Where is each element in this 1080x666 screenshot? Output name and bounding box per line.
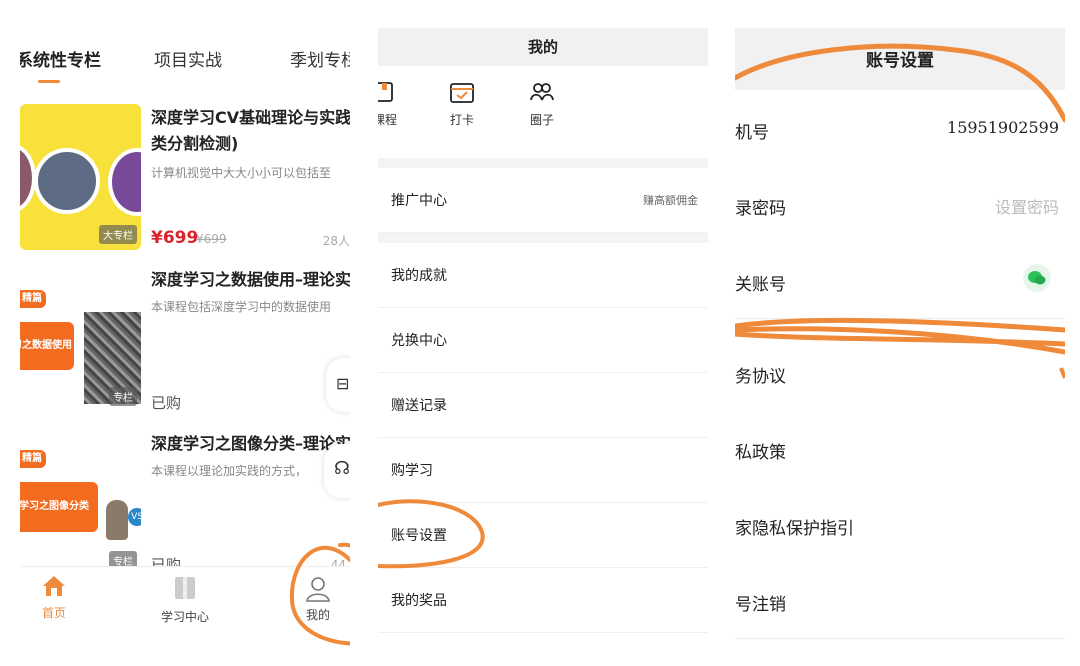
header-bar: 我的 bbox=[378, 28, 708, 66]
setting-password-hint: 设置密码 bbox=[994, 198, 1059, 217]
course-list-screen: 系统性专栏 项目实战 季划专栏 大专栏 深度学习CV基础理论与实践（ 类分割检测… bbox=[20, 0, 350, 666]
quick-course-label: 课程 bbox=[378, 113, 397, 127]
account-settings-screen: 账号设置 机号 15951902599 录密码 设置密码 关账号 务协议 私政策… bbox=[735, 0, 1065, 666]
nav-home[interactable]: 首页 bbox=[34, 573, 74, 621]
course-price: ¥699 bbox=[151, 228, 199, 248]
quick-group-label: 圈子 bbox=[529, 113, 554, 127]
bottom-tab-bar: 首页 学习中心 我的 bbox=[20, 566, 350, 637]
menu-buy-learning-label: 购学习 bbox=[391, 463, 433, 479]
user-icon bbox=[306, 577, 330, 602]
setting-password-label: 录密码 bbox=[735, 199, 786, 219]
nav-learning-label: 学习中心 bbox=[160, 610, 209, 624]
nav-mine[interactable]: 我的 bbox=[298, 575, 338, 623]
home-icon bbox=[43, 576, 65, 596]
tab-seasonal[interactable]: 季划专栏 bbox=[290, 46, 350, 71]
tab-active-indicator bbox=[38, 80, 60, 83]
quick-checkin[interactable]: 打卡 bbox=[442, 80, 482, 128]
course-thumbnail: 大专栏 bbox=[20, 104, 141, 250]
course-desc: 计算机视觉中大大小小可以包括至 bbox=[151, 166, 332, 180]
thumb-caption: 习之数据使用 bbox=[20, 322, 74, 370]
group-icon bbox=[530, 83, 554, 101]
setting-linked-accounts[interactable]: 关账号 bbox=[735, 242, 1065, 319]
promo-center-hint: 赚高额佣金 bbox=[643, 194, 698, 207]
column-tag: 专栏 bbox=[109, 387, 137, 406]
column-tag: 大专栏 bbox=[99, 225, 137, 244]
menu-gift-records[interactable]: 赠送记录 bbox=[378, 373, 708, 438]
course-title-cont[interactable]: 类分割检测) bbox=[151, 132, 238, 156]
menu-redeem[interactable]: 兑换中心 bbox=[378, 308, 708, 373]
setting-phone-value: 15951902599 bbox=[947, 118, 1059, 137]
promo-center-label: 推广中心 bbox=[391, 193, 447, 209]
page-title: 我的 bbox=[527, 38, 558, 56]
menu-buy-learning[interactable]: 购学习 bbox=[378, 438, 708, 503]
quick-checkin-label: 打卡 bbox=[449, 113, 474, 127]
setting-privacy-label: 私政策 bbox=[735, 443, 786, 463]
nav-home-label: 首页 bbox=[41, 606, 66, 620]
quick-group[interactable]: 圈子 bbox=[522, 80, 562, 128]
setting-phone[interactable]: 机号 15951902599 bbox=[735, 90, 1065, 167]
cart-icon: ⊟ bbox=[336, 374, 350, 393]
wechat-icon[interactable] bbox=[1023, 264, 1051, 292]
setting-service-label: 务协议 bbox=[735, 367, 786, 387]
service-float-button[interactable]: ☊ bbox=[324, 444, 350, 498]
menu-achievements[interactable]: 我的成就 bbox=[378, 243, 708, 308]
course-card[interactable]: 大专栏 深度学习CV基础理论与实践（ 类分割检测) 计算机视觉中大大小小可以包括… bbox=[20, 104, 350, 264]
nav-learning[interactable]: 学习中心 bbox=[160, 575, 210, 625]
divider bbox=[378, 233, 708, 243]
course-icon bbox=[378, 82, 393, 102]
course-card[interactable]: 精篇 习之数据使用 专栏 深度学习之数据使用–理论实践 本课程包括深度学习中的数… bbox=[20, 266, 350, 426]
setting-service-agreement[interactable]: 务协议 bbox=[735, 334, 1065, 411]
category-tabs: 系统性专栏 项目实战 季划专栏 bbox=[20, 28, 350, 88]
setting-delete-label: 号注销 bbox=[735, 595, 786, 615]
thumb-badge: 精篇 bbox=[20, 290, 46, 308]
setting-phone-label: 机号 bbox=[735, 123, 769, 143]
thumb-badge: 精篇 bbox=[20, 450, 46, 468]
menu-achievements-label: 我的成就 bbox=[391, 268, 447, 284]
menu-prizes-label: 我的奖品 bbox=[391, 593, 447, 609]
course-title[interactable]: 深度学习之图像分类–理论实践 bbox=[151, 432, 350, 456]
course-title[interactable]: 深度学习CV基础理论与实践（ bbox=[151, 106, 350, 130]
cart-float-button[interactable]: ⊟ bbox=[326, 358, 350, 412]
setting-privacy-guide-label: 家隐私保护指引 bbox=[735, 519, 854, 539]
course-desc: 本课程以理论加实践的方式， bbox=[151, 464, 308, 478]
book-icon bbox=[175, 577, 195, 599]
setting-password[interactable]: 录密码 设置密码 bbox=[735, 166, 1065, 243]
quick-course[interactable]: 课程 bbox=[378, 80, 410, 128]
quick-actions: 课程 打卡 圈子 bbox=[378, 66, 708, 158]
menu-prizes[interactable]: 我的奖品 bbox=[378, 568, 708, 633]
course-desc: 本课程包括深度学习中的数据使用 bbox=[151, 300, 332, 314]
menu-redeem-label: 兑换中心 bbox=[391, 333, 447, 349]
course-title[interactable]: 深度学习之数据使用–理论实践 bbox=[151, 268, 350, 292]
page-title: 账号设置 bbox=[866, 51, 934, 71]
headset-icon: ☊ bbox=[334, 458, 350, 479]
setting-delete-account[interactable]: 号注销 bbox=[735, 562, 1065, 639]
course-thumbnail: 精篇 学习之图像分类 VS 专栏 bbox=[20, 430, 141, 576]
tab-systematic[interactable]: 系统性专栏 bbox=[20, 46, 101, 71]
setting-linked-label: 关账号 bbox=[735, 275, 786, 295]
thumb-caption: 学习之图像分类 bbox=[20, 482, 98, 532]
course-old-price: ¥699 bbox=[196, 232, 227, 246]
setting-privacy-policy[interactable]: 私政策 bbox=[735, 410, 1065, 487]
nav-mine-label: 我的 bbox=[305, 608, 330, 622]
checkin-icon bbox=[450, 83, 474, 103]
menu-account-settings[interactable]: 账号设置 bbox=[378, 503, 708, 568]
menu-account-settings-label: 账号设置 bbox=[391, 528, 447, 544]
menu-gift-records-label: 赠送记录 bbox=[391, 398, 447, 414]
purchased-status: 已购 bbox=[151, 394, 182, 412]
promo-center-row[interactable]: 推广中心 赚高额佣金 bbox=[378, 168, 708, 233]
course-thumbnail: 精篇 习之数据使用 专栏 bbox=[20, 266, 141, 412]
header-bar: 账号设置 bbox=[735, 28, 1065, 90]
enroll-count: 28人 bbox=[322, 234, 350, 248]
my-profile-screen: 我的 课程 打卡 圈子 推广中心 赚高额佣金 我的成就 兑换中心 赠送记录 购学… bbox=[378, 0, 708, 666]
divider bbox=[378, 158, 708, 168]
tab-projects[interactable]: 项目实战 bbox=[154, 46, 222, 71]
setting-privacy-guide[interactable]: 家隐私保护指引 bbox=[735, 486, 1065, 563]
